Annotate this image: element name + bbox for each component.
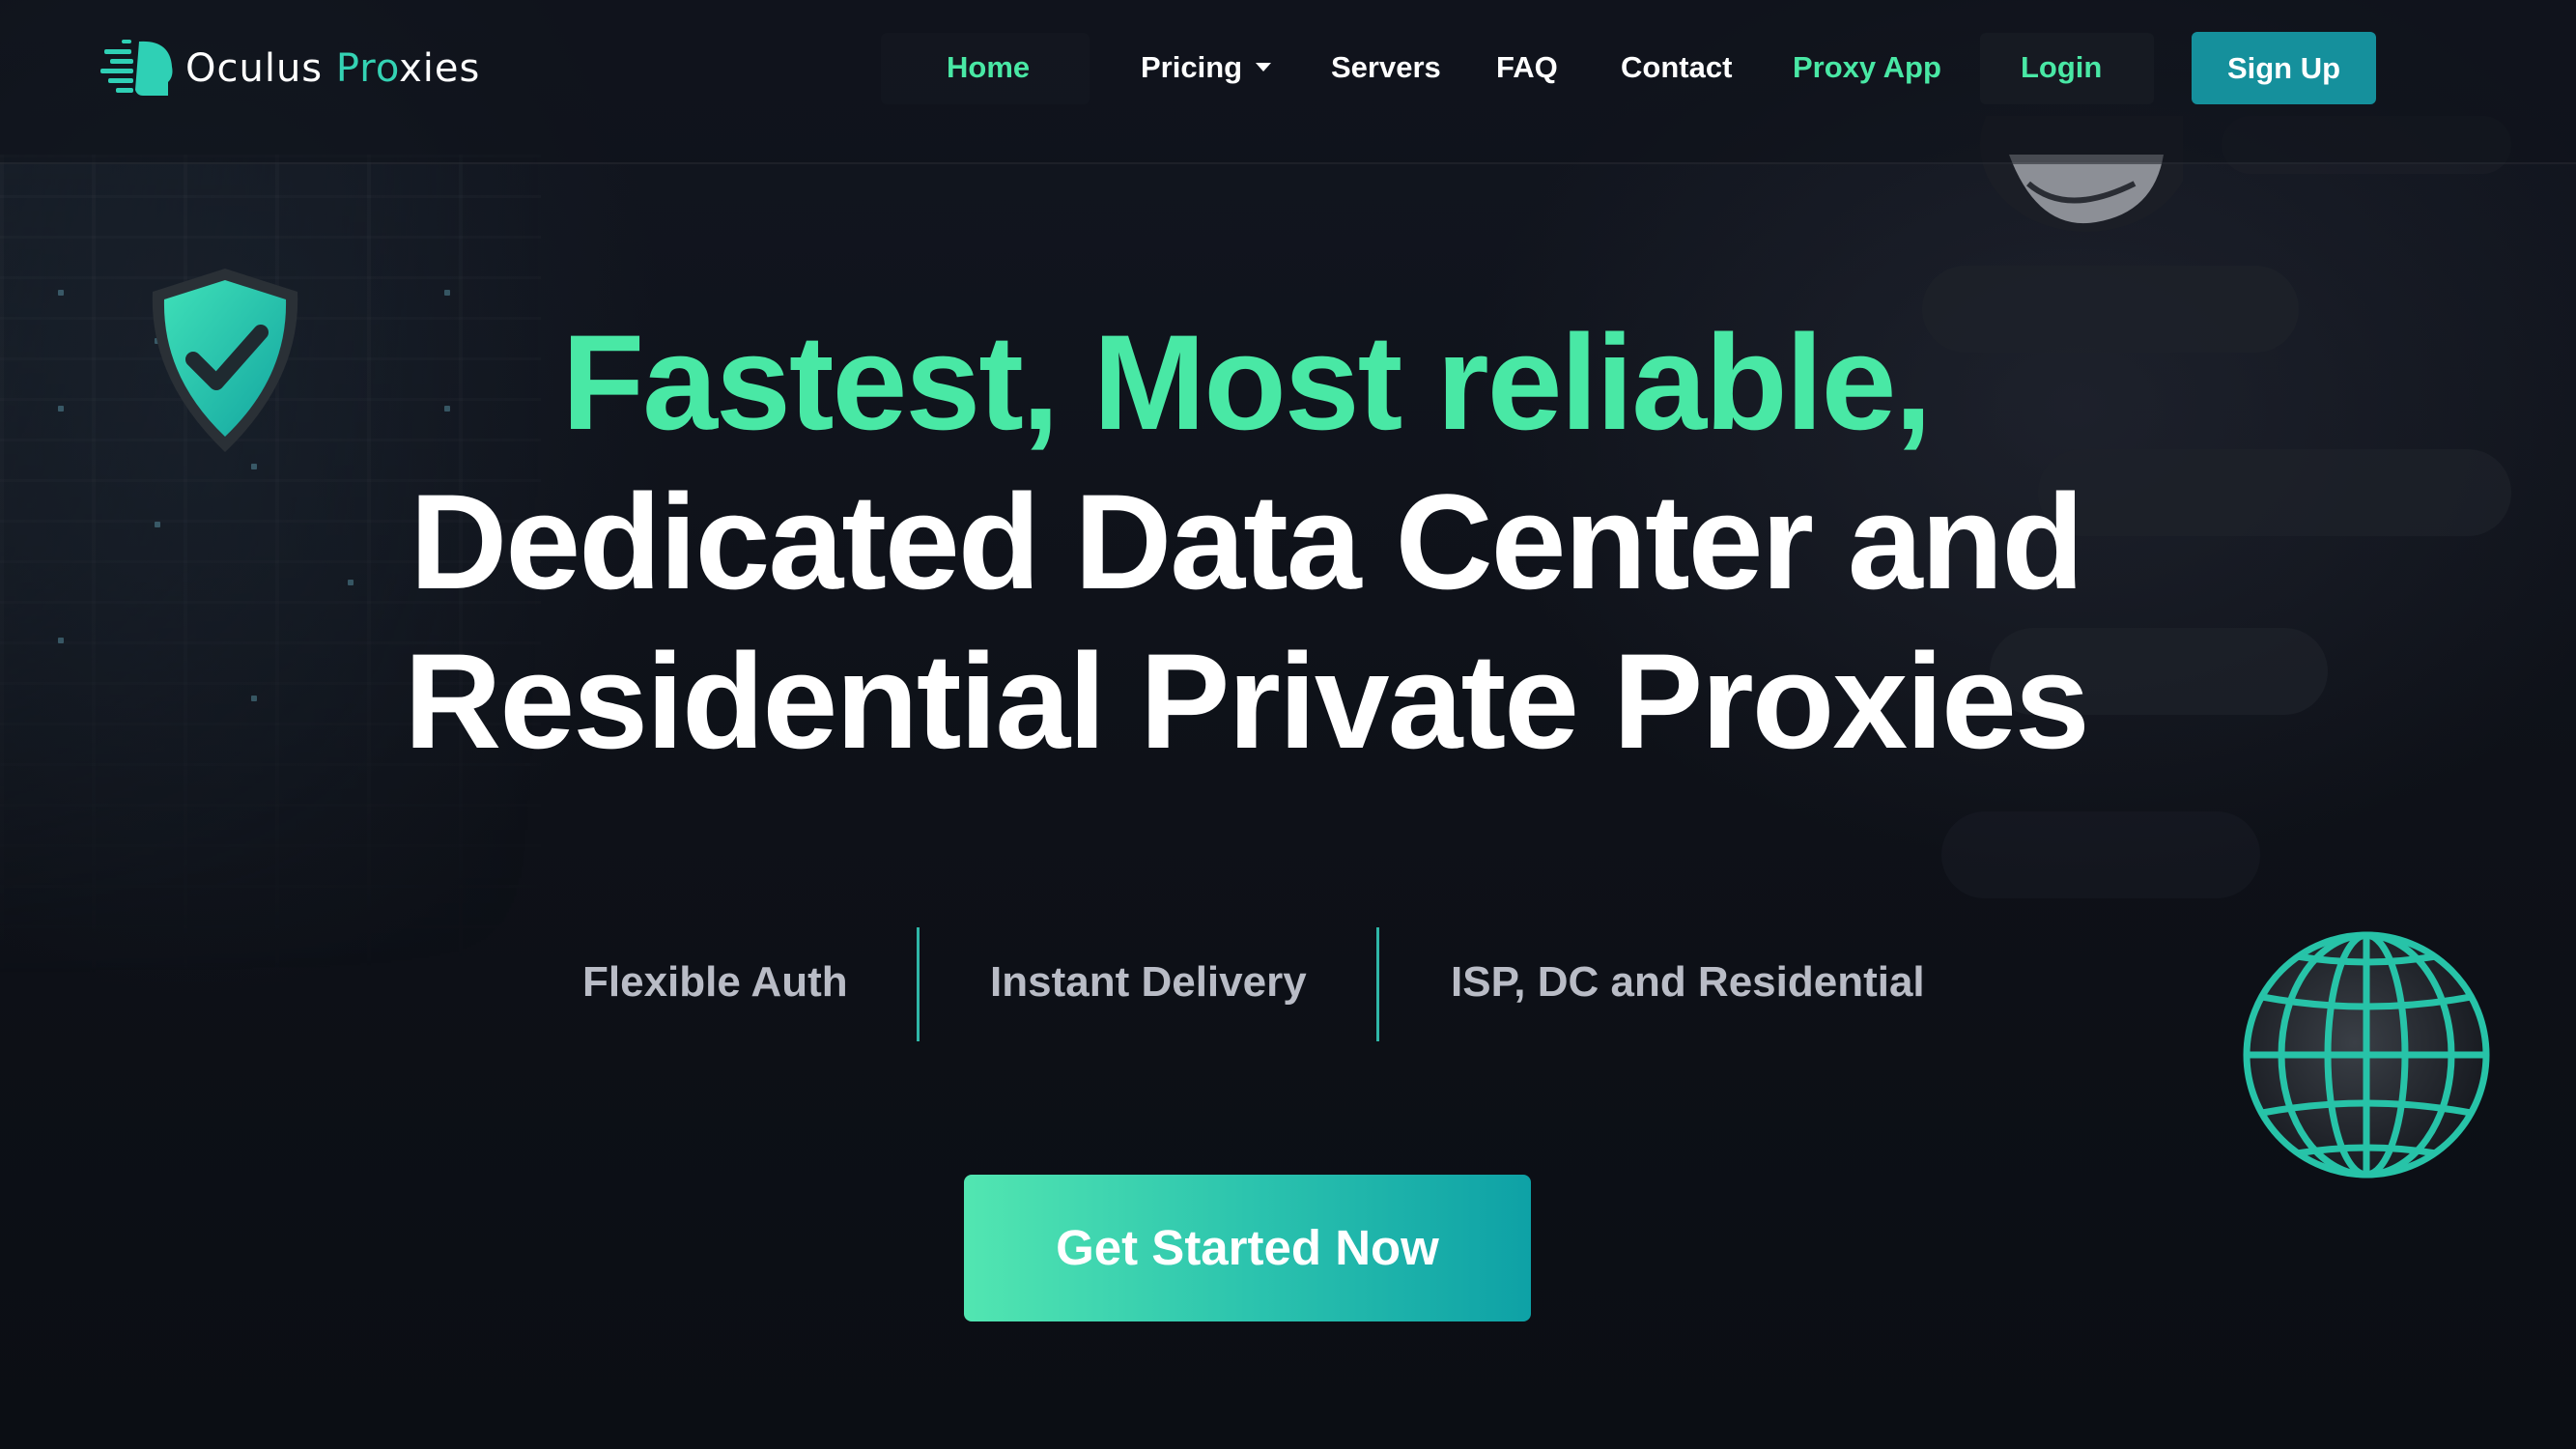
page: Oculus Proxies Home Pricing Servers FAQ … [0,0,2576,1449]
hero-headline-line3: Residential Private Proxies [404,625,2090,777]
navbar: Oculus Proxies Home Pricing Servers FAQ … [0,0,2576,164]
chevron-down-icon [1256,63,1272,72]
hero-headline-line1: Fastest, Most reliable, [561,306,1933,458]
brand-logo[interactable]: Oculus Proxies [100,37,480,100]
feature-divider [1376,927,1379,1041]
nav-pricing-label: Pricing [1141,50,1243,84]
brand-name-part1: Oculus [185,46,336,91]
feature-isp-dc-residential: ISP, DC and Residential [1451,958,1925,1006]
nav-faq[interactable]: FAQ [1496,46,1558,89]
nav-home[interactable]: Home [947,46,1030,89]
feature-list: Flexible Auth Instant Delivery ISP, DC a… [0,927,2576,1043]
brand-name-part3: xies [399,46,481,91]
nav-pricing[interactable]: Pricing [1141,46,1272,89]
head-with-data-streaks-icon [100,40,173,96]
nav-contact[interactable]: Contact [1621,46,1732,89]
hero-headline-line2: Dedicated Data Center and [410,466,2084,617]
feature-flexible-auth: Flexible Auth [582,958,848,1006]
nav-servers[interactable]: Servers [1331,46,1441,89]
nav-proxy-app[interactable]: Proxy App [1793,46,1941,89]
feature-instant-delivery: Instant Delivery [990,958,1307,1006]
brand-name: Oculus Proxies [185,46,480,91]
login-button[interactable]: Login [2021,46,2102,89]
brand-name-accent: Pro [335,46,400,91]
feature-divider [917,927,920,1041]
signup-button[interactable]: Sign Up [2192,32,2376,104]
get-started-button[interactable]: Get Started Now [964,1175,1531,1321]
